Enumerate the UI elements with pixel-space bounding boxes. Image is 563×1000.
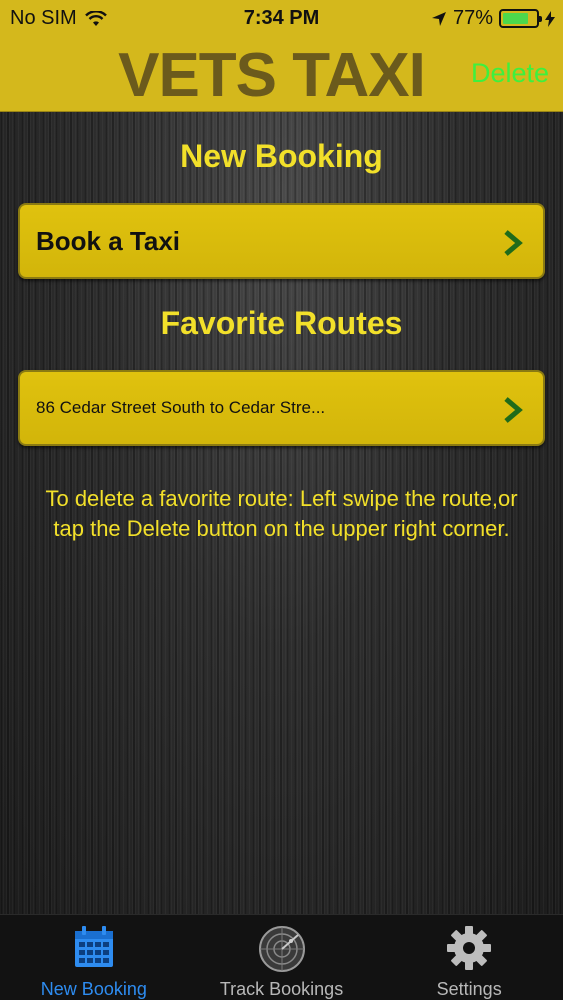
favorite-route-item[interactable]: 86 Cedar Street South to Cedar Stre...: [18, 370, 545, 446]
tab-track-bookings[interactable]: Track Bookings: [188, 915, 376, 1000]
gear-icon: [447, 926, 492, 970]
tab-label-settings: Settings: [436, 979, 502, 999]
battery-fill: [503, 13, 528, 24]
chevron-right-icon: [504, 397, 523, 423]
app-title-text: VETS TAXI: [118, 41, 426, 110]
status-right: 77%: [431, 7, 555, 30]
tab-label-new-booking: New Booking: [40, 979, 147, 999]
main-content: New Booking Book a Taxi Favorite Routes …: [0, 112, 563, 914]
book-taxi-button[interactable]: Book a Taxi: [18, 203, 545, 279]
location-arrow-icon: [431, 11, 446, 26]
tab-new-booking[interactable]: New Booking: [0, 915, 188, 1000]
calendar-icon: [74, 926, 113, 967]
delete-hint-text: To delete a favorite route: Left swipe t…: [45, 486, 518, 541]
status-bar: No SIM 7:34 PM 77%: [0, 0, 563, 36]
new-booking-heading: New Booking: [180, 138, 383, 174]
radar-icon: [258, 926, 305, 972]
chevron-right-icon: [504, 230, 523, 256]
favorite-routes-heading: Favorite Routes: [160, 305, 403, 341]
delete-button[interactable]: Delete: [471, 58, 549, 89]
tab-bar: New Booking Track Bookings Settings: [0, 914, 563, 1000]
app-header: No SIM 7:34 PM 77% VETS TAXI Delete: [0, 0, 563, 112]
book-taxi-label: Book a Taxi: [36, 225, 181, 256]
battery-percent: 77%: [452, 7, 493, 29]
tab-label-track-bookings: Track Bookings: [219, 979, 344, 999]
tab-settings[interactable]: Settings: [375, 915, 563, 1000]
charging-bolt-icon: [545, 10, 555, 27]
battery-icon: [499, 9, 542, 28]
favorite-route-label: 86 Cedar Street South to Cedar Stre...: [36, 398, 326, 417]
